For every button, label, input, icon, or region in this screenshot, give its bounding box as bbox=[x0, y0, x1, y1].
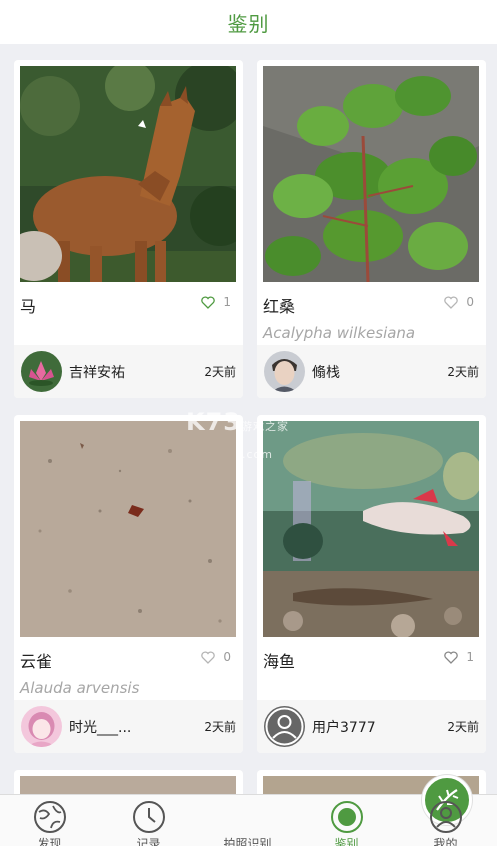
identification-card[interactable]: 红桑 0 Acalypha wilkesiana 翛栈 2天前 bbox=[257, 60, 486, 398]
identification-card[interactable]: 云雀 0 Alauda arvensis 时光___... 2天前 bbox=[14, 415, 243, 753]
tab-identification[interactable]: 鉴别 bbox=[297, 795, 396, 846]
username[interactable]: 用户3777 bbox=[312, 717, 447, 737]
like-count: 1 bbox=[466, 650, 474, 664]
card-photo[interactable] bbox=[20, 776, 236, 794]
card-photo[interactable] bbox=[263, 421, 479, 637]
like-button[interactable]: 0 bbox=[444, 295, 474, 309]
species-name: 海鱼 bbox=[263, 652, 296, 671]
species-name: 云雀 bbox=[20, 652, 53, 671]
page-title: 鉴别 bbox=[227, 11, 270, 36]
top-bar: 鉴别 bbox=[0, 0, 497, 44]
username[interactable]: 吉祥安祐 bbox=[69, 362, 204, 382]
tab-photo-identify[interactable]: 拍照识别 bbox=[198, 775, 472, 846]
avatar[interactable] bbox=[21, 351, 62, 392]
user-icon bbox=[429, 800, 463, 834]
card-photo[interactable] bbox=[20, 421, 236, 637]
card-footer[interactable]: 吉祥安祐 2天前 bbox=[14, 345, 243, 398]
horse-photo bbox=[20, 66, 236, 282]
avatar[interactable] bbox=[264, 351, 305, 392]
like-count: 1 bbox=[223, 295, 231, 309]
tab-profile[interactable]: 我的 bbox=[396, 795, 495, 846]
heart-icon bbox=[444, 650, 459, 664]
post-time: 2天前 bbox=[447, 720, 479, 734]
like-button[interactable]: 1 bbox=[201, 295, 231, 309]
post-time: 2天前 bbox=[204, 365, 236, 379]
portrait-avatar bbox=[264, 351, 305, 392]
target-icon bbox=[330, 800, 364, 834]
like-button[interactable]: 1 bbox=[444, 650, 474, 664]
lotus-avatar bbox=[21, 351, 62, 392]
anime-avatar bbox=[21, 706, 62, 747]
post-time: 2天前 bbox=[447, 365, 479, 379]
identification-feed[interactable]: 马 1 吉祥安祐 2天前 红桑 0 Acalypha wilkesiana 翛栈… bbox=[0, 46, 497, 794]
identification-card[interactable]: 海鱼 1 用户3777 2天前 bbox=[257, 415, 486, 753]
species-name: 红桑 bbox=[263, 297, 296, 316]
card-footer[interactable]: 用户3777 2天前 bbox=[257, 700, 486, 753]
card-photo[interactable] bbox=[263, 66, 479, 282]
tab-records[interactable]: 记录 bbox=[99, 795, 198, 846]
like-count: 0 bbox=[223, 650, 231, 664]
card-footer[interactable]: 时光___... 2天前 bbox=[14, 700, 243, 753]
bottom-tab-bar: 发现 记录 拍照识别 鉴别 我的 bbox=[0, 775, 497, 846]
identification-card[interactable]: 马 1 吉祥安祐 2天前 bbox=[14, 60, 243, 398]
identification-card[interactable] bbox=[14, 770, 243, 794]
tab-discover[interactable]: 发现 bbox=[0, 795, 99, 846]
post-time: 2天前 bbox=[204, 720, 236, 734]
default-user-avatar bbox=[264, 706, 305, 747]
latin-name: Acalypha wilkesiana bbox=[263, 324, 416, 342]
like-count: 0 bbox=[466, 295, 474, 309]
heart-icon bbox=[201, 295, 216, 309]
aquarium-photo bbox=[263, 421, 479, 637]
latin-name: Alauda arvensis bbox=[20, 679, 140, 697]
ground-photo bbox=[20, 421, 236, 637]
avatar[interactable] bbox=[264, 706, 305, 747]
username[interactable]: 翛栈 bbox=[312, 362, 447, 382]
species-name: 马 bbox=[20, 297, 37, 316]
globe-leaf-icon bbox=[33, 800, 67, 834]
username[interactable]: 时光___... bbox=[69, 717, 204, 737]
heart-icon bbox=[444, 295, 459, 309]
card-footer[interactable]: 翛栈 2天前 bbox=[257, 345, 486, 398]
clock-icon bbox=[132, 800, 166, 834]
like-button[interactable]: 0 bbox=[201, 650, 231, 664]
heart-icon bbox=[201, 650, 216, 664]
plant-photo bbox=[263, 66, 479, 282]
card-photo[interactable] bbox=[20, 66, 236, 282]
avatar[interactable] bbox=[21, 706, 62, 747]
